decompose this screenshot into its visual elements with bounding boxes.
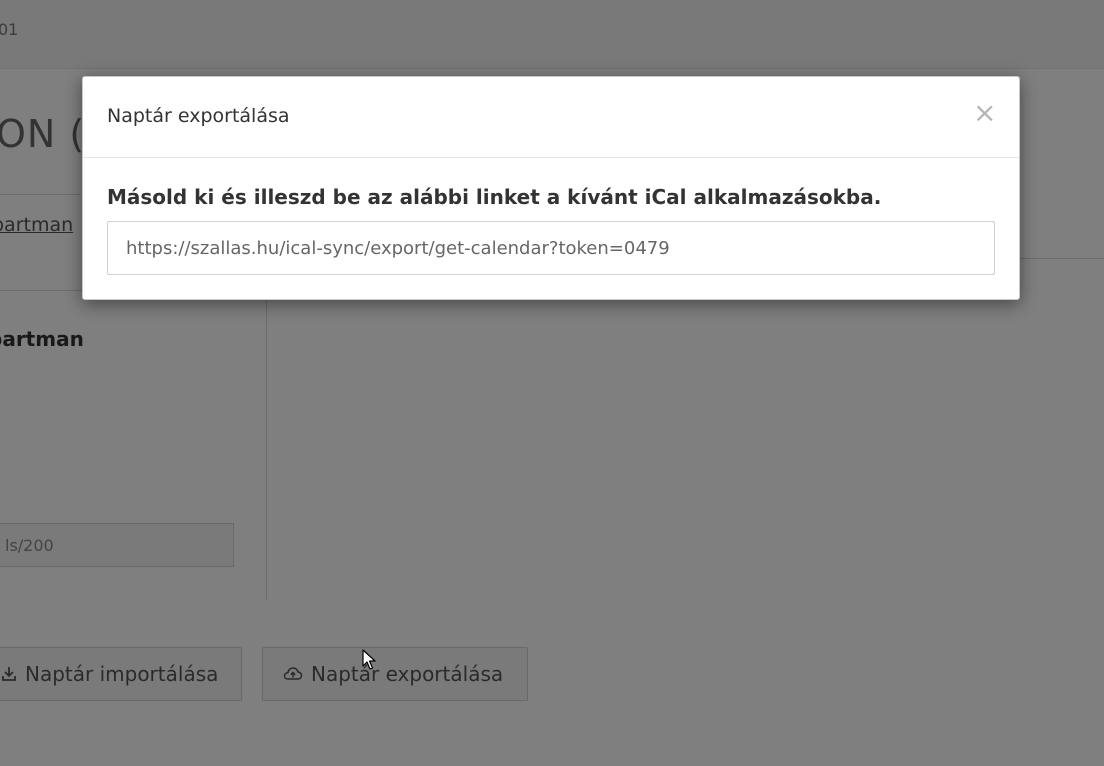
modal-title: Naptár exportálása bbox=[107, 105, 290, 127]
modal-header: Naptár exportálása × bbox=[83, 77, 1019, 158]
modal-instruction: Másold ki és illeszd be az alábbi linket… bbox=[107, 185, 882, 209]
export-calendar-modal: Naptár exportálása × Másold ki és illesz… bbox=[82, 76, 1020, 300]
ical-link-field[interactable] bbox=[107, 221, 995, 275]
page: 01 ON (I partman partman ls/200 Naptár i… bbox=[0, 0, 1104, 766]
close-icon[interactable]: × bbox=[973, 99, 996, 127]
mouse-cursor-icon bbox=[362, 649, 376, 675]
